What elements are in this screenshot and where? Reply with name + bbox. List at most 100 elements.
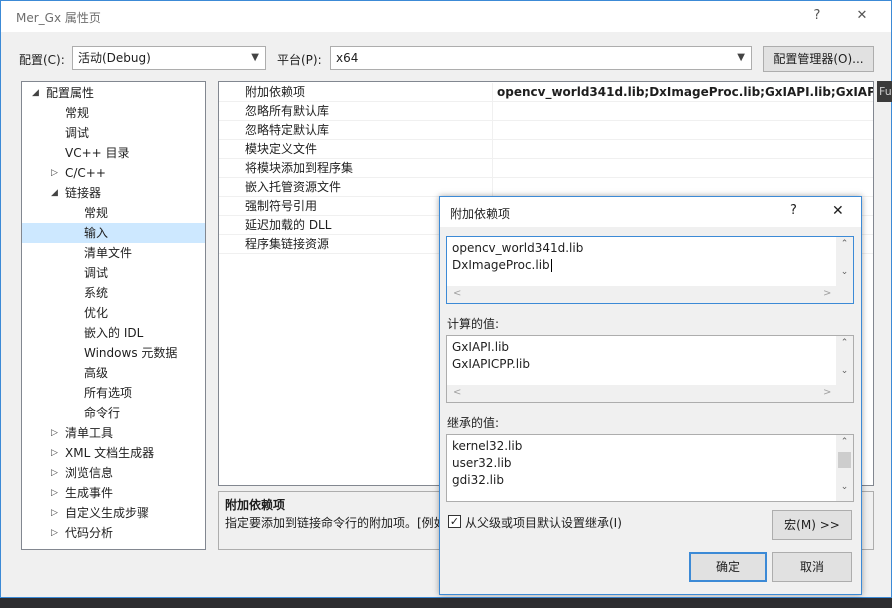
property-name: 忽略所有默认库 (245, 102, 493, 121)
cancel-button[interactable]: 取消 (772, 552, 852, 582)
property-row[interactable]: 忽略特定默认库 (219, 121, 873, 140)
computed-line-2: GxIAPICPP.lib (452, 357, 531, 371)
tree-item-label: 常规 (84, 206, 109, 220)
tree-item[interactable]: 常规 (65, 103, 89, 123)
tree-item-label: 生成事件 (65, 486, 114, 500)
tree-item-label: 优化 (84, 306, 109, 320)
inherit-checkbox[interactable]: ✓ (448, 515, 461, 528)
tree-item[interactable]: ▷ 代码分析 (51, 523, 114, 543)
tree-item[interactable]: 调试 (84, 263, 108, 283)
tree-item-label: 高级 (84, 366, 109, 380)
tree-item[interactable]: ▷ 浏览信息 (51, 463, 114, 483)
tree-item-label: 调试 (84, 266, 109, 280)
close-icon[interactable]: ✕ (848, 5, 876, 27)
tree-item[interactable]: VC++ 目录 (65, 143, 130, 163)
expand-icon[interactable]: ▷ (51, 463, 58, 483)
property-name: 将模块添加到程序集 (245, 159, 493, 178)
tree-item-label: 调试 (65, 126, 90, 140)
macro-button[interactable]: 宏(M) >> (772, 510, 852, 540)
tree-item-label: C/C++ (65, 166, 106, 180)
dialog-title: 附加依赖项 (450, 207, 511, 221)
tree-item[interactable]: 常规 (84, 203, 108, 223)
tree-item[interactable]: 高级 (84, 363, 108, 383)
property-row[interactable]: 忽略所有默认库 (219, 102, 873, 121)
property-row[interactable]: 附加依赖项 opencv_world341d.lib;DxImageProc.li… (219, 83, 873, 102)
expand-icon[interactable]: ▷ (51, 443, 58, 463)
config-select[interactable]: 活动(Debug) ▼ (72, 46, 266, 70)
tree-item[interactable]: 清单文件 (84, 243, 132, 263)
configuration-manager-button[interactable]: 配置管理器(O)... (763, 46, 874, 72)
computed-values-label: 计算的值: (447, 317, 500, 331)
tree-item[interactable]: Windows 元数据 (84, 343, 177, 363)
config-select-value: 活动(Debug) (78, 51, 151, 65)
tree-item[interactable]: 命令行 (84, 403, 120, 423)
tree-item[interactable]: ◢ 配置属性 (32, 83, 94, 103)
chevron-right-icon[interactable]: > (823, 288, 831, 299)
dependencies-edit-box[interactable]: opencv_world341d.lib DxImageProc.lib ⌃ ⌄… (446, 236, 854, 304)
tree-item-label: 代码分析 (65, 526, 114, 540)
tree-item[interactable]: 嵌入的 IDL (84, 323, 143, 343)
tree-item[interactable]: 调试 (65, 123, 89, 143)
tree-item[interactable]: ▷ 清单工具 (51, 423, 114, 443)
expand-icon[interactable]: ▷ (51, 163, 58, 183)
tree-item-label: 嵌入的 IDL (84, 326, 144, 340)
inherited-line-2: user32.lib (452, 456, 512, 470)
inherited-vertical-scrollbar[interactable]: ⌃ ⌄ (836, 435, 853, 501)
edit-vertical-scrollbar[interactable]: ⌃ ⌄ (836, 237, 853, 286)
tree-item[interactable]: 所有选项 (84, 383, 132, 403)
category-tree[interactable]: ◢ 配置属性 常规 调试 VC++ 目录 ▷ C/C++ ◢ 链接器 常规 输入 清单文件 调试 系统 优化… (21, 81, 206, 550)
tree-item-label: 自定义生成步骤 (65, 506, 150, 520)
edit-horizontal-scrollbar[interactable]: < > (447, 286, 853, 303)
collapse-icon[interactable]: ◢ (32, 83, 39, 103)
expand-icon[interactable]: ▷ (51, 483, 58, 503)
collapse-icon[interactable]: ◢ (51, 183, 58, 203)
tree-item-label: 清单工具 (65, 426, 114, 440)
chevron-right-icon[interactable]: > (823, 387, 831, 398)
chevron-up-icon[interactable]: ⌃ (836, 437, 853, 447)
tree-item-label: XML 文档生成器 (65, 446, 155, 460)
expand-icon[interactable]: ▷ (51, 423, 58, 443)
tree-item[interactable]: ▷ 生成事件 (51, 483, 114, 503)
chevron-down-icon: ▼ (251, 52, 259, 63)
edit-line-2: DxImageProc.lib (452, 258, 552, 272)
property-value[interactable]: opencv_world341d.lib;DxImageProc.lib;GxI… (497, 83, 873, 102)
tree-item[interactable]: 优化 (84, 303, 108, 323)
platform-select[interactable]: x64 ▼ (330, 46, 752, 70)
platform-select-value: x64 (336, 51, 359, 65)
chevron-left-icon[interactable]: < (453, 387, 461, 398)
computed-vertical-scrollbar[interactable]: ⌃ ⌄ (836, 336, 853, 385)
tree-item-label: 浏览信息 (65, 466, 114, 480)
expand-icon[interactable]: ▷ (51, 503, 58, 523)
property-name: 忽略特定默认库 (245, 121, 493, 140)
tree-item-label: 命令行 (84, 406, 121, 420)
tree-item[interactable]: 输入 (22, 223, 205, 243)
chevron-down-icon[interactable]: ⌄ (836, 267, 853, 277)
chevron-down-icon[interactable]: ⌄ (836, 366, 853, 376)
chevron-left-icon[interactable]: < (453, 288, 461, 299)
tree-item[interactable]: 系统 (84, 283, 108, 303)
tree-item-label: 输入 (84, 226, 109, 240)
ok-button[interactable]: 确定 (689, 552, 767, 582)
tree-item[interactable]: ◢ 链接器 (51, 183, 101, 203)
property-name: 模块定义文件 (245, 140, 493, 159)
window-titlebar: Mer_Gx 属性页 ? ✕ (1, 1, 891, 32)
chevron-up-icon[interactable]: ⌃ (836, 239, 853, 249)
description-title: 附加依赖项 (225, 498, 286, 512)
chevron-up-icon[interactable]: ⌃ (836, 338, 853, 348)
property-row[interactable]: 将模块添加到程序集 (219, 159, 873, 178)
help-icon[interactable]: ? (790, 203, 797, 218)
close-icon[interactable]: ✕ (832, 203, 844, 219)
inherit-checkbox-label[interactable]: 从父级或项目默认设置继承(I) (465, 514, 622, 531)
property-row[interactable]: 嵌入托管资源文件 (219, 178, 873, 197)
expand-icon[interactable]: ▷ (51, 523, 58, 543)
tree-item[interactable]: ▷ 自定义生成步骤 (51, 503, 150, 523)
computed-horizontal-scrollbar[interactable]: < > (447, 385, 853, 402)
tree-item[interactable]: ▷ C/C++ (51, 163, 106, 183)
help-icon[interactable]: ? (803, 5, 831, 27)
scrollbar-thumb[interactable] (838, 452, 851, 468)
property-name: 嵌入托管资源文件 (245, 178, 493, 197)
tree-item-label: 系统 (84, 286, 109, 300)
chevron-down-icon[interactable]: ⌄ (836, 482, 853, 492)
property-row[interactable]: 模块定义文件 (219, 140, 873, 159)
tree-item[interactable]: ▷ XML 文档生成器 (51, 443, 155, 463)
